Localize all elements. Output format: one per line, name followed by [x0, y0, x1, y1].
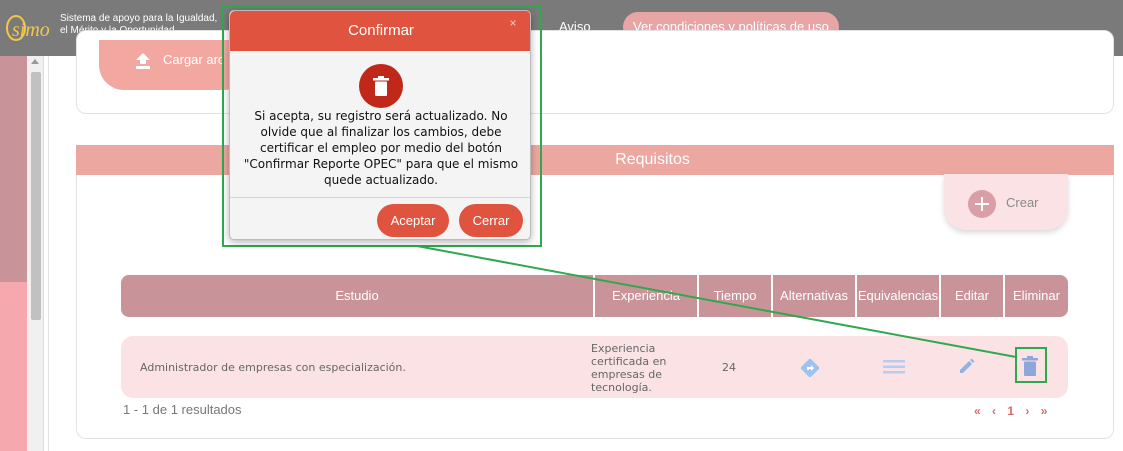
- accept-button[interactable]: Aceptar: [377, 204, 449, 237]
- annotation-box-trash: [1015, 347, 1047, 383]
- dialog-title: Confirmar: [230, 11, 530, 51]
- dialog-message: Si acepta, su registro será actualizado.…: [243, 109, 519, 187]
- confirm-dialog: Confirmar × Si acepta, su registro será …: [229, 10, 531, 240]
- dialog-separator: [230, 197, 530, 198]
- dialog-trash-badge: [359, 64, 403, 108]
- annotation-connector-line: [416, 245, 1017, 358]
- close-button[interactable]: Cerrar: [459, 204, 523, 237]
- dialog-close-icon[interactable]: ×: [507, 17, 519, 29]
- trash-icon: [373, 76, 389, 96]
